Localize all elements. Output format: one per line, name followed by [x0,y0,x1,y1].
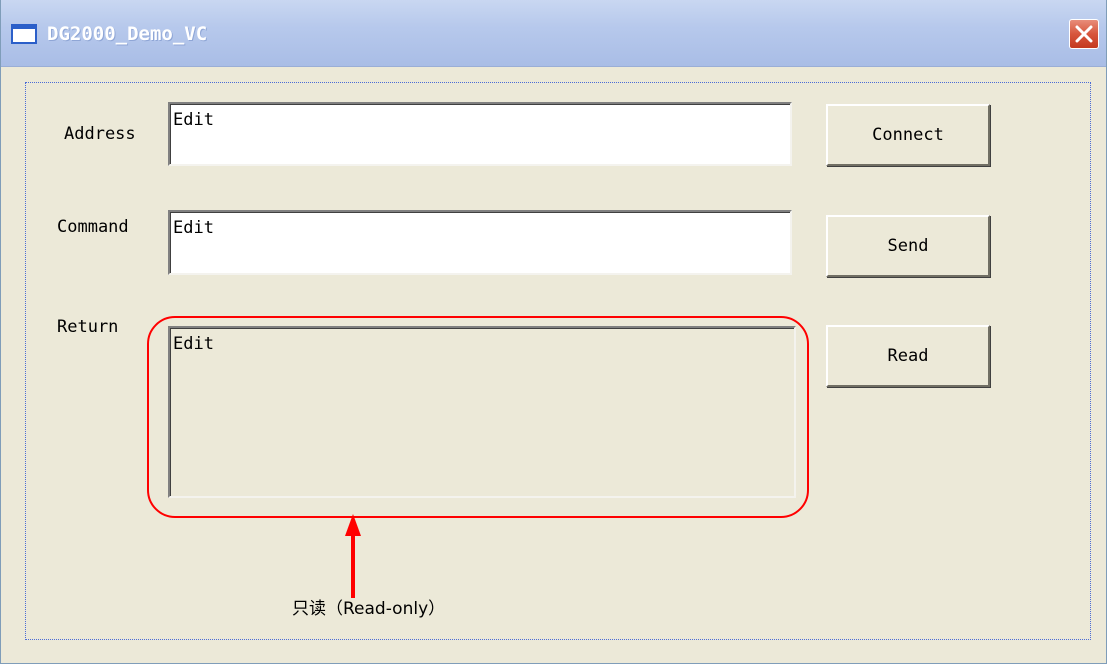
command-input[interactable]: Edit [168,210,792,275]
address-input[interactable]: Edit [168,102,792,166]
main-window: DG2000_Demo_VC Address Edit Connect Comm… [0,0,1107,664]
window-title: DG2000_Demo_VC [47,23,208,45]
read-button[interactable]: Read [826,325,990,387]
title-bar[interactable]: DG2000_Demo_VC [1,0,1106,67]
readonly-highlight [147,316,809,518]
address-label: Address [64,124,136,144]
close-button[interactable] [1069,19,1099,49]
window-icon [11,24,37,44]
readonly-annotation: 只读（Read-only） [292,599,446,619]
command-label: Command [57,217,129,237]
connect-button[interactable]: Connect [826,104,990,166]
close-icon [1075,25,1093,43]
return-label: Return [57,317,119,337]
annotation-arrow-icon [345,514,361,598]
send-button[interactable]: Send [826,215,990,277]
